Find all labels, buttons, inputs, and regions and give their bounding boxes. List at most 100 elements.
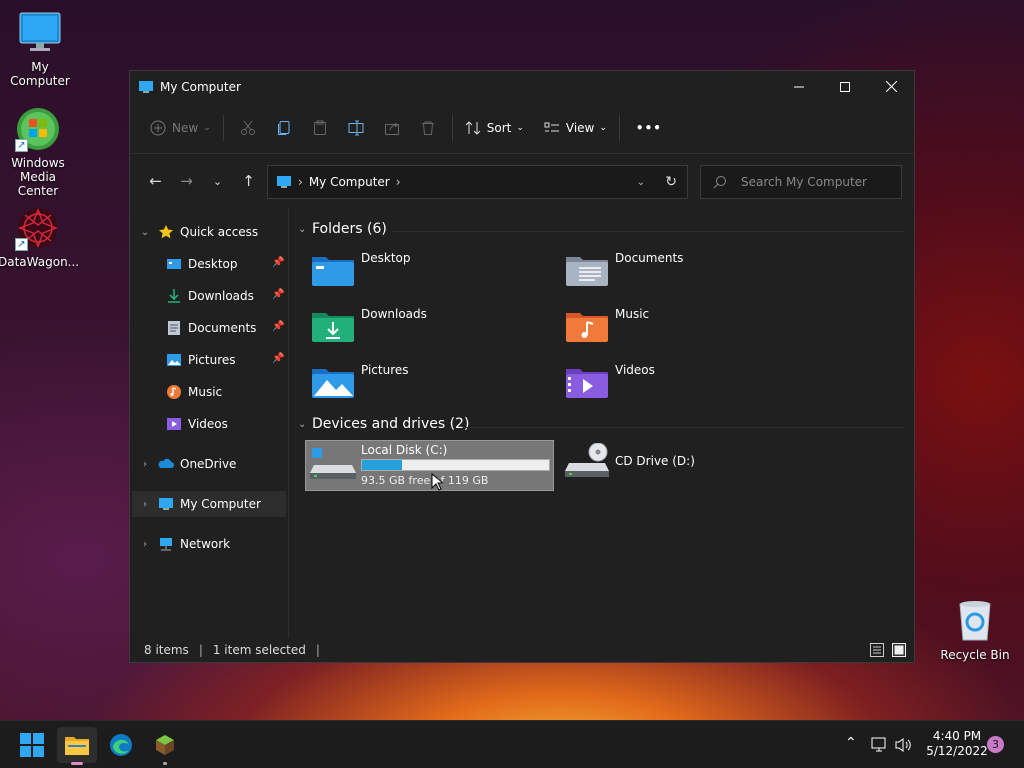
desktop-folder-icon [167, 259, 181, 269]
breadcrumb[interactable]: My Computer [309, 175, 390, 189]
sidebar-item-pictures[interactable]: Pictures [160, 347, 236, 373]
sort-button[interactable]: Sort ⌄ [459, 112, 530, 144]
address-history-dropdown[interactable]: ⌄ [637, 177, 645, 188]
desktop-icon-my-computer[interactable]: My Computer [0, 10, 80, 88]
sidebar-item-documents[interactable]: Documents [160, 315, 256, 341]
back-button[interactable]: ← [140, 167, 171, 195]
clipboard-icon [313, 120, 326, 135]
tiles-view-icon[interactable] [892, 643, 906, 657]
folders-group-header[interactable]: ⌄ Folders (6) [298, 221, 387, 237]
start-button[interactable] [12, 727, 52, 763]
search-input[interactable]: Search My Computer [741, 175, 867, 189]
folder-icon [65, 737, 89, 755]
forward-button[interactable]: → [171, 167, 202, 195]
sidebar-item-network[interactable]: › Network [138, 531, 230, 557]
new-button[interactable]: New ⌄ [144, 112, 217, 144]
sidebar-item-my-computer[interactable]: › My Computer [132, 491, 286, 517]
search-box[interactable]: Search My Computer [700, 165, 902, 199]
cd-drive-icon [565, 442, 609, 479]
up-button[interactable]: ↑ [233, 167, 264, 195]
copy-button[interactable] [266, 120, 302, 136]
windows-logo-icon [20, 733, 44, 757]
close-button[interactable] [868, 71, 914, 102]
folder-desktop[interactable]: Desktop [311, 251, 411, 287]
sidebar-item-label: Downloads [188, 289, 254, 303]
refresh-icon[interactable]: ↻ [665, 174, 677, 190]
paste-button[interactable] [302, 120, 338, 136]
download-icon [168, 289, 180, 303]
folder-documents[interactable]: Documents [565, 251, 683, 287]
breadcrumb-separator-icon: › [395, 175, 401, 189]
sidebar-item-onedrive[interactable]: › OneDrive [138, 451, 236, 477]
taskbar: ⌃ 4:40 PM 5/12/2022 3 [0, 720, 1024, 768]
pin-icon[interactable]: 📌 [272, 353, 284, 364]
folder-label: Videos [615, 363, 655, 377]
folder-videos[interactable]: Videos [565, 363, 655, 399]
desktop-icon-recycle-bin[interactable]: Recycle Bin [935, 598, 1015, 662]
sidebar-item-music[interactable]: Music [160, 379, 222, 405]
view-button[interactable]: View ⌄ [538, 112, 613, 144]
sidebar-item-desktop[interactable]: Desktop [160, 251, 238, 277]
more-options-button[interactable]: ••• [630, 112, 668, 144]
navigation-pane: ⌄ Quick access Desktop 📌 Downloads 📌 Doc… [130, 208, 289, 638]
rename-button[interactable] [338, 120, 374, 136]
share-button[interactable] [374, 120, 410, 136]
sidebar-item-videos[interactable]: Videos [160, 411, 228, 437]
chevron-down-icon: ⌄ [516, 122, 524, 133]
sidebar-item-label: Pictures [188, 353, 236, 367]
desktop-icon-datawagon[interactable]: ↗ DataWagon... [0, 205, 80, 269]
show-hidden-icons-chevron-up-icon[interactable]: ⌃ [845, 735, 857, 751]
window-title: My Computer [160, 79, 241, 94]
title-bar[interactable]: My Computer [130, 71, 914, 102]
minimize-icon [794, 86, 804, 87]
drive-local-disk-c[interactable]: Local Disk (C:) 93.5 GB free of 119 GB [305, 440, 554, 491]
cut-button[interactable] [230, 120, 266, 136]
drive-cd-d[interactable]: CD Drive (D:) [565, 442, 695, 479]
notification-badge[interactable]: 3 [987, 736, 1004, 753]
trash-icon [421, 121, 434, 135]
monitor-icon [17, 10, 63, 56]
maximize-icon [840, 81, 850, 92]
desktop-icon-label: DataWagon... [0, 255, 80, 269]
sidebar-item-label: Desktop [188, 257, 238, 271]
status-bar: 8 items | 1 item selected | [130, 638, 914, 662]
taskbar-file-explorer[interactable] [57, 727, 97, 765]
desktop-icon-label: Windows Media Center [11, 156, 65, 198]
pin-icon[interactable]: 📌 [272, 289, 284, 300]
network-icon [160, 538, 172, 551]
maximize-button[interactable] [822, 71, 868, 102]
documents-folder-icon [565, 251, 609, 287]
details-view-icon[interactable] [870, 643, 884, 657]
taskbar-edge[interactable] [101, 727, 141, 763]
rename-icon [348, 120, 364, 135]
datawagon-icon: ↗ [15, 205, 61, 251]
folder-music[interactable]: Music [565, 307, 649, 343]
chevron-down-icon: ⌄ [212, 174, 223, 188]
desktop-folder-icon [311, 251, 355, 287]
desktop-icon-windows-media-center[interactable]: ↗ Windows Media Center [0, 106, 78, 198]
sidebar-item-quick-access[interactable]: ⌄ Quick access [138, 219, 258, 245]
minimize-button[interactable] [776, 71, 822, 102]
sidebar-item-downloads[interactable]: Downloads [160, 283, 254, 309]
edge-browser-icon [110, 734, 132, 756]
chevron-down-icon: ⌄ [298, 418, 307, 430]
folder-pictures[interactable]: Pictures [311, 363, 409, 399]
taskbar-app[interactable] [145, 727, 185, 765]
clock-time: 4:40 PM [932, 729, 982, 743]
devices-group-header[interactable]: ⌄ Devices and drives (2) [298, 416, 469, 432]
chevron-down-icon: ⌄ [203, 122, 211, 133]
pin-icon[interactable]: 📌 [272, 257, 284, 268]
delete-button[interactable] [410, 120, 446, 136]
recent-locations-button[interactable]: ⌄ [202, 167, 233, 195]
pin-icon[interactable]: 📌 [272, 321, 284, 332]
star-icon [159, 225, 173, 239]
notification-count: 3 [992, 738, 999, 751]
address-bar[interactable]: › My Computer › ⌄ ↻ [267, 165, 688, 199]
chevron-right-icon: › [143, 458, 147, 470]
folder-downloads[interactable]: Downloads [311, 307, 427, 343]
network-status-icon[interactable] [871, 737, 889, 753]
arrow-left-icon: ← [149, 172, 162, 190]
volume-icon[interactable] [895, 737, 913, 753]
clock[interactable]: 4:40 PM 5/12/2022 [922, 729, 992, 759]
sidebar-item-label: Videos [188, 417, 228, 431]
